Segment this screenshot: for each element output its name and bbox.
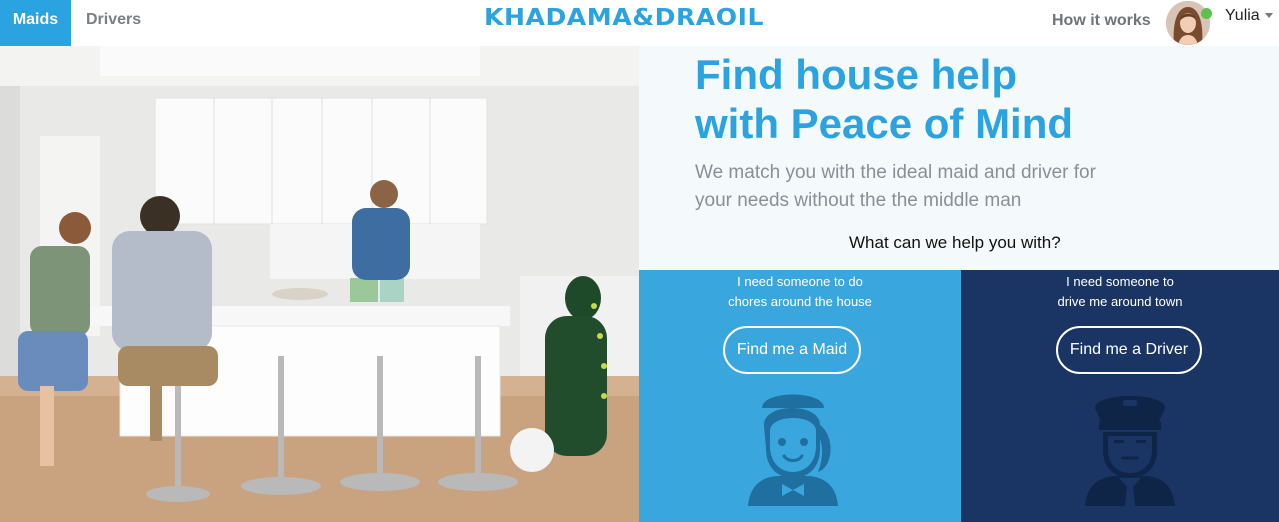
maid-option-panel: I need someone to do chores around the h…: [639, 270, 961, 522]
maid-text-line-2: chores around the house: [728, 294, 872, 309]
site-logo[interactable]: KHADAMA&DRAOIL: [484, 5, 764, 31]
headline-line-2: with Peace of Mind: [695, 100, 1074, 147]
tab-drivers[interactable]: Drivers: [86, 0, 141, 46]
find-driver-button[interactable]: Find me a Driver: [1056, 326, 1202, 374]
find-maid-button[interactable]: Find me a Maid: [723, 326, 861, 374]
subtitle-line-1: We match you with the ideal maid and dri…: [695, 162, 1096, 183]
hero-subtitle: We match you with the ideal maid and dri…: [695, 159, 1175, 215]
maid-icon: [748, 394, 838, 506]
user-menu[interactable]: Yulia: [1225, 7, 1273, 25]
maid-text-line-1: I need someone to do: [737, 274, 863, 289]
subtitle-line-2: your needs without the the middle man: [695, 190, 1022, 211]
top-navbar: Maids Drivers KHADAMA&DRAOIL How it work…: [0, 0, 1279, 46]
help-question: What can we help you with?: [849, 233, 1061, 252]
how-it-works-link[interactable]: How it works: [1052, 12, 1151, 30]
headline-line-1: Find house help: [695, 51, 1017, 98]
chauffeur-icon: [1085, 396, 1175, 506]
online-status-dot: [1201, 8, 1212, 19]
caret-down-icon: [1264, 13, 1273, 19]
driver-option-text: I need someone to drive me around town: [961, 272, 1279, 312]
hero-headline: Find house help with Peace of Mind: [695, 50, 1255, 148]
user-name: Yulia: [1225, 7, 1260, 24]
hero-image-family-kitchen: [0, 46, 639, 522]
driver-option-panel: I need someone to drive me around town F…: [961, 270, 1279, 522]
maid-option-text: I need someone to do chores around the h…: [639, 272, 961, 312]
driver-text-line-1: I need someone to: [1066, 274, 1174, 289]
driver-text-line-2: drive me around town: [1057, 294, 1183, 309]
hero-text-section: Find house help with Peace of Mind We ma…: [639, 46, 1279, 270]
tab-maids[interactable]: Maids: [0, 0, 71, 46]
